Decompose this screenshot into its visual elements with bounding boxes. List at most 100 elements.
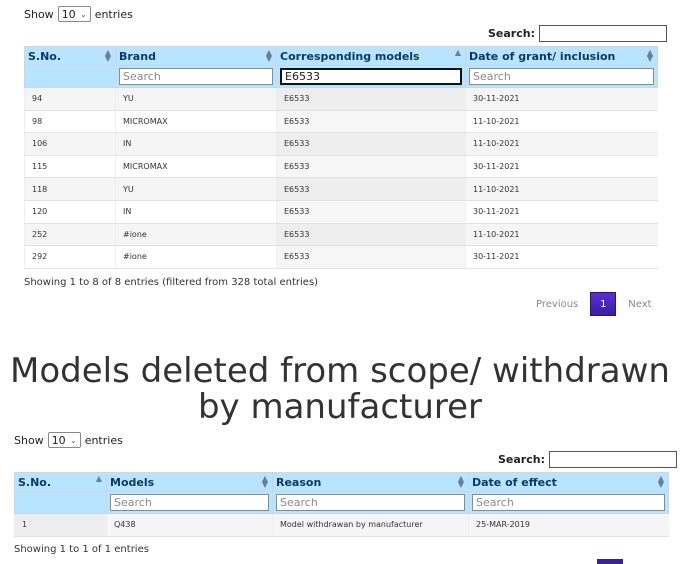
entries-select-value: 10 bbox=[51, 433, 66, 447]
length-control-1: Show 10 ⌄ entries bbox=[24, 6, 133, 22]
show-label: Show bbox=[14, 433, 44, 447]
cell-brand: MICROMAX bbox=[115, 155, 277, 179]
cell-model: E6533 bbox=[276, 155, 466, 179]
cell-brand: IN bbox=[115, 200, 277, 224]
column-header-brand[interactable]: Brand ▲ ▼ bbox=[115, 46, 277, 66]
cell-reason: Model withdrawan by manufacturer bbox=[272, 513, 469, 537]
entries-select-value: 10 bbox=[61, 7, 76, 21]
cell-date: 11-10-2021 bbox=[465, 223, 658, 247]
cell-model: E6533 bbox=[276, 132, 466, 156]
search-input-1[interactable] bbox=[538, 25, 667, 42]
previous-button[interactable]: Previous bbox=[524, 299, 590, 310]
entries-select-1[interactable]: 10 ⌄ bbox=[57, 6, 91, 22]
column-header-date[interactable]: Date of grant/ inclusion ▲ ▼ bbox=[465, 46, 658, 66]
table-row: 120 IN E6533 30-11-2021 bbox=[24, 200, 658, 224]
cell-date: 30-11-2021 bbox=[465, 87, 658, 111]
header-row: S.No. ▲ Models ▲ ▼ Reason ▲ ▼ Date of effect ▲… bbox=[14, 472, 669, 492]
cell-date: 30-11-2021 bbox=[465, 245, 658, 269]
table-row: 118 YU E6533 11-10-2021 bbox=[24, 177, 658, 201]
pagination-1: Previous 1 Next bbox=[524, 292, 664, 316]
sort-asc-icon: ▲ bbox=[95, 474, 102, 483]
search-input-2[interactable] bbox=[548, 451, 677, 468]
table-row: 94 YU E6533 30-11-2021 bbox=[24, 87, 658, 111]
cell-sno: 94 bbox=[24, 87, 116, 111]
sort-both-icon: ▲ ▼ bbox=[457, 474, 464, 489]
search-label: Search: bbox=[488, 27, 535, 40]
filter-cell-date: Search bbox=[465, 65, 658, 88]
chevron-down-icon: ⌄ bbox=[69, 435, 77, 445]
table-row: 292 #ione E6533 30-11-2021 bbox=[24, 245, 658, 269]
cell-date: 11-10-2021 bbox=[465, 110, 658, 134]
column-header-models[interactable]: Corresponding models ▲ bbox=[276, 46, 466, 66]
page-button-partial[interactable] bbox=[597, 559, 623, 564]
cell-model: E6533 bbox=[276, 110, 466, 134]
search-label: Search: bbox=[498, 453, 545, 466]
cell-brand: #ione bbox=[115, 245, 277, 269]
table-info-2: Showing 1 to 1 of 1 entries bbox=[14, 544, 149, 555]
filter-cell-models: Search bbox=[106, 491, 273, 514]
models-filter-input[interactable]: E6533 bbox=[280, 68, 462, 85]
next-button[interactable]: Next bbox=[616, 299, 663, 310]
withdrawn-models-table: S.No. ▲ Models ▲ ▼ Reason ▲ ▼ Date of effect ▲… bbox=[14, 472, 669, 537]
cell-brand: MICROMAX bbox=[115, 110, 277, 134]
cell-brand: YU bbox=[115, 87, 277, 111]
filter-cell-reason: Search bbox=[272, 491, 469, 514]
date-filter-input[interactable]: Search bbox=[469, 68, 654, 85]
filter-cell-date: Search bbox=[468, 491, 669, 514]
cell-sno: 120 bbox=[24, 200, 116, 224]
filter-cell-models: E6533 bbox=[276, 65, 466, 88]
cell-brand: #ione bbox=[115, 223, 277, 247]
column-header-date-effect[interactable]: Date of effect ▲ ▼ bbox=[468, 472, 669, 492]
table-row: 98 MICROMAX E6533 11-10-2021 bbox=[24, 110, 658, 134]
brand-filter-input[interactable]: Search bbox=[119, 68, 273, 85]
entries-label: entries bbox=[94, 7, 133, 21]
devices-table: S.No. ▲ ▼ Brand ▲ ▼ Corresponding models ▲ Da… bbox=[24, 46, 658, 269]
cell-model: E6533 bbox=[276, 177, 466, 201]
global-search-1: Search: bbox=[488, 25, 667, 42]
cell-model: E6533 bbox=[276, 223, 466, 247]
cell-brand: YU bbox=[115, 177, 277, 201]
length-control-2: Show 10 ⌄ entries bbox=[14, 432, 123, 448]
table-row: 115 MICROMAX E6533 30-11-2021 bbox=[24, 155, 658, 179]
sort-both-icon: ▲ ▼ bbox=[261, 474, 268, 489]
global-search-2: Search: bbox=[498, 451, 677, 468]
sort-both-icon: ▲ ▼ bbox=[657, 474, 664, 489]
cell-date: 30-11-2021 bbox=[465, 155, 658, 179]
cell-sno: 98 bbox=[24, 110, 116, 134]
cell-brand: IN bbox=[115, 132, 277, 156]
cell-sno: 106 bbox=[24, 132, 116, 156]
column-header-sno[interactable]: S.No. ▲ ▼ bbox=[24, 46, 116, 66]
column-header-reason[interactable]: Reason ▲ ▼ bbox=[272, 472, 469, 492]
column-header-models[interactable]: Models ▲ ▼ bbox=[106, 472, 273, 492]
cell-date: 11-10-2021 bbox=[465, 177, 658, 201]
sort-both-icon: ▲ ▼ bbox=[265, 48, 272, 63]
cell-model: E6533 bbox=[276, 87, 466, 111]
cell-model: E6533 bbox=[276, 245, 466, 269]
cell-date: 25-MAR-2019 bbox=[468, 513, 669, 537]
sort-both-icon: ▲ ▼ bbox=[646, 48, 653, 63]
table-row: 1 Q438 Model withdrawan by manufacturer 25-… bbox=[14, 513, 669, 537]
filter-cell-brand: Search bbox=[115, 65, 277, 88]
cell-sno: 115 bbox=[24, 155, 116, 179]
column-header-sno[interactable]: S.No. ▲ bbox=[14, 472, 107, 492]
cell-sno: 252 bbox=[24, 223, 116, 247]
sort-asc-icon: ▲ bbox=[454, 48, 461, 57]
cell-date: 11-10-2021 bbox=[465, 132, 658, 156]
cell-sno: 1 bbox=[14, 513, 107, 537]
cell-date: 30-11-2021 bbox=[465, 200, 658, 224]
date-filter-input[interactable]: Search bbox=[472, 494, 665, 511]
entries-label: entries bbox=[84, 433, 123, 447]
entries-select-2[interactable]: 10 ⌄ bbox=[47, 432, 81, 448]
filter-row: Search E6533 Search bbox=[24, 65, 658, 88]
page-1-button[interactable]: 1 bbox=[590, 292, 617, 316]
section-title: Models deleted from scope/ withdrawn by … bbox=[10, 351, 670, 427]
models-filter-input[interactable]: Search bbox=[110, 494, 269, 511]
cell-sno: 118 bbox=[24, 177, 116, 201]
filter-cell-empty bbox=[14, 491, 107, 514]
cell-model: E6533 bbox=[276, 200, 466, 224]
table-row: 106 IN E6533 11-10-2021 bbox=[24, 132, 658, 156]
cell-sno: 292 bbox=[24, 245, 116, 269]
sort-both-icon: ▲ ▼ bbox=[104, 48, 111, 63]
filter-cell-empty bbox=[24, 65, 116, 88]
reason-filter-input[interactable]: Search bbox=[276, 494, 465, 511]
